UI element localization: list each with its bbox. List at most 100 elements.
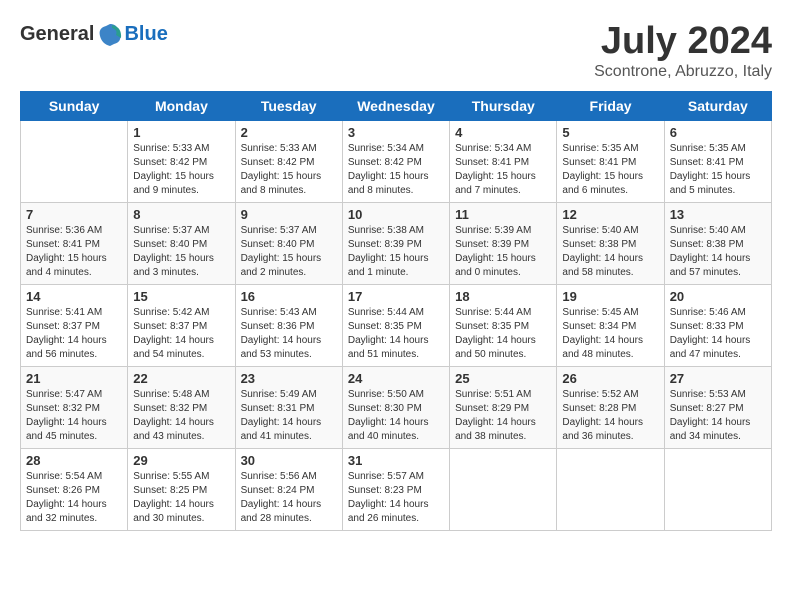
day-info: Sunrise: 5:38 AM Sunset: 8:39 PM Dayligh… bbox=[348, 224, 444, 280]
calendar-cell: 14Sunrise: 5:41 AM Sunset: 8:37 PM Dayli… bbox=[21, 285, 128, 367]
day-of-week-header: Monday bbox=[128, 92, 235, 121]
calendar-cell: 1Sunrise: 5:33 AM Sunset: 8:42 PM Daylig… bbox=[128, 121, 235, 203]
day-number: 13 bbox=[670, 207, 766, 222]
calendar-cell: 11 Sunrise: 5:39 AM Sunset: 8:39 PM Dayli… bbox=[450, 203, 557, 285]
day-number: 18 bbox=[455, 289, 551, 304]
day-info: Sunrise: 5:51 AM Sunset: 8:29 PM Dayligh… bbox=[455, 388, 551, 444]
day-info: Sunrise: 5:33 AM Sunset: 8:42 PM Dayligh… bbox=[133, 142, 229, 198]
calendar-cell: 28 Sunrise: 5:54 AM Sunset: 8:26 PM Dayli… bbox=[21, 449, 128, 531]
day-of-week-header: Saturday bbox=[664, 92, 771, 121]
day-info: Sunrise: 5:56 AM Sunset: 8:24 PM Dayligh… bbox=[241, 470, 337, 526]
calendar-cell: 16Sunrise: 5:43 AM Sunset: 8:36 PM Dayli… bbox=[235, 285, 342, 367]
day-number: 25 bbox=[455, 371, 551, 386]
logo: General Blue bbox=[20, 20, 168, 48]
day-info: Sunrise: 5:37 AM Sunset: 8:40 PM Dayligh… bbox=[241, 224, 337, 280]
day-info: Sunrise: 5:46 AM Sunset: 8:33 PM Dayligh… bbox=[670, 306, 766, 362]
day-number: 28 bbox=[26, 453, 122, 468]
day-number: 7 bbox=[26, 207, 122, 222]
calendar-cell: 31Sunrise: 5:57 AM Sunset: 8:23 PM Dayli… bbox=[342, 449, 449, 531]
day-info: Sunrise: 5:33 AM Sunset: 8:42 PM Dayligh… bbox=[241, 142, 337, 198]
day-info: Sunrise: 5:55 AM Sunset: 8:25 PM Dayligh… bbox=[133, 470, 229, 526]
day-info: Sunrise: 5:35 AM Sunset: 8:41 PM Dayligh… bbox=[670, 142, 766, 198]
calendar-cell: 27 Sunrise: 5:53 AM Sunset: 8:27 PM Dayli… bbox=[664, 367, 771, 449]
calendar-header-row: SundayMondayTuesdayWednesdayThursdayFrid… bbox=[21, 92, 772, 121]
day-of-week-header: Tuesday bbox=[235, 92, 342, 121]
calendar-cell: 13 Sunrise: 5:40 AM Sunset: 8:38 PM Dayli… bbox=[664, 203, 771, 285]
calendar-cell: 17 Sunrise: 5:44 AM Sunset: 8:35 PM Dayli… bbox=[342, 285, 449, 367]
day-of-week-header: Sunday bbox=[21, 92, 128, 121]
day-number: 3 bbox=[348, 125, 444, 140]
day-number: 23 bbox=[241, 371, 337, 386]
day-info: Sunrise: 5:43 AM Sunset: 8:36 PM Dayligh… bbox=[241, 306, 337, 362]
day-number: 8 bbox=[133, 207, 229, 222]
day-number: 19 bbox=[562, 289, 658, 304]
day-info: Sunrise: 5:44 AM Sunset: 8:35 PM Dayligh… bbox=[348, 306, 444, 362]
calendar-week-row: 28 Sunrise: 5:54 AM Sunset: 8:26 PM Dayli… bbox=[21, 449, 772, 531]
day-info: Sunrise: 5:34 AM Sunset: 8:41 PM Dayligh… bbox=[455, 142, 551, 198]
day-info: Sunrise: 5:44 AM Sunset: 8:35 PM Dayligh… bbox=[455, 306, 551, 362]
calendar-cell: 2 Sunrise: 5:33 AM Sunset: 8:42 PM Daylig… bbox=[235, 121, 342, 203]
logo-blue-text: Blue bbox=[124, 23, 167, 46]
day-info: Sunrise: 5:54 AM Sunset: 8:26 PM Dayligh… bbox=[26, 470, 122, 526]
calendar-week-row: 21 Sunrise: 5:47 AM Sunset: 8:32 PM Dayli… bbox=[21, 367, 772, 449]
calendar-cell: 12Sunrise: 5:40 AM Sunset: 8:38 PM Dayli… bbox=[557, 203, 664, 285]
day-number: 10 bbox=[348, 207, 444, 222]
day-of-week-header: Friday bbox=[557, 92, 664, 121]
day-number: 30 bbox=[241, 453, 337, 468]
calendar-cell bbox=[664, 449, 771, 531]
day-info: Sunrise: 5:42 AM Sunset: 8:37 PM Dayligh… bbox=[133, 306, 229, 362]
calendar-table: SundayMondayTuesdayWednesdayThursdayFrid… bbox=[20, 91, 772, 531]
calendar-cell: 22Sunrise: 5:48 AM Sunset: 8:32 PM Dayli… bbox=[128, 367, 235, 449]
day-info: Sunrise: 5:48 AM Sunset: 8:32 PM Dayligh… bbox=[133, 388, 229, 444]
day-info: Sunrise: 5:40 AM Sunset: 8:38 PM Dayligh… bbox=[562, 224, 658, 280]
calendar-cell: 10 Sunrise: 5:38 AM Sunset: 8:39 PM Dayli… bbox=[342, 203, 449, 285]
calendar-cell: 25 Sunrise: 5:51 AM Sunset: 8:29 PM Dayli… bbox=[450, 367, 557, 449]
day-info: Sunrise: 5:49 AM Sunset: 8:31 PM Dayligh… bbox=[241, 388, 337, 444]
day-info: Sunrise: 5:50 AM Sunset: 8:30 PM Dayligh… bbox=[348, 388, 444, 444]
title-area: July 2024 Scontrone, Abruzzo, Italy bbox=[594, 20, 772, 81]
calendar-cell: 23 Sunrise: 5:49 AM Sunset: 8:31 PM Dayli… bbox=[235, 367, 342, 449]
calendar-week-row: 7 Sunrise: 5:36 AM Sunset: 8:41 PM Daylig… bbox=[21, 203, 772, 285]
day-of-week-header: Wednesday bbox=[342, 92, 449, 121]
calendar-cell: 6 Sunrise: 5:35 AM Sunset: 8:41 PM Daylig… bbox=[664, 121, 771, 203]
day-number: 4 bbox=[455, 125, 551, 140]
calendar-cell: 20 Sunrise: 5:46 AM Sunset: 8:33 PM Dayli… bbox=[664, 285, 771, 367]
day-info: Sunrise: 5:39 AM Sunset: 8:39 PM Dayligh… bbox=[455, 224, 551, 280]
day-number: 26 bbox=[562, 371, 658, 386]
day-info: Sunrise: 5:45 AM Sunset: 8:34 PM Dayligh… bbox=[562, 306, 658, 362]
calendar-cell: 7 Sunrise: 5:36 AM Sunset: 8:41 PM Daylig… bbox=[21, 203, 128, 285]
day-info: Sunrise: 5:34 AM Sunset: 8:42 PM Dayligh… bbox=[348, 142, 444, 198]
calendar-cell: 26Sunrise: 5:52 AM Sunset: 8:28 PM Dayli… bbox=[557, 367, 664, 449]
day-info: Sunrise: 5:40 AM Sunset: 8:38 PM Dayligh… bbox=[670, 224, 766, 280]
day-number: 14 bbox=[26, 289, 122, 304]
calendar-cell: 21 Sunrise: 5:47 AM Sunset: 8:32 PM Dayli… bbox=[21, 367, 128, 449]
day-number: 24 bbox=[348, 371, 444, 386]
calendar-week-row: 1Sunrise: 5:33 AM Sunset: 8:42 PM Daylig… bbox=[21, 121, 772, 203]
calendar-cell: 3 Sunrise: 5:34 AM Sunset: 8:42 PM Daylig… bbox=[342, 121, 449, 203]
calendar-cell bbox=[557, 449, 664, 531]
calendar-cell: 8 Sunrise: 5:37 AM Sunset: 8:40 PM Daylig… bbox=[128, 203, 235, 285]
calendar-cell: 15 Sunrise: 5:42 AM Sunset: 8:37 PM Dayli… bbox=[128, 285, 235, 367]
calendar-cell: 19 Sunrise: 5:45 AM Sunset: 8:34 PM Dayli… bbox=[557, 285, 664, 367]
day-number: 6 bbox=[670, 125, 766, 140]
calendar-cell: 9Sunrise: 5:37 AM Sunset: 8:40 PM Daylig… bbox=[235, 203, 342, 285]
day-info: Sunrise: 5:36 AM Sunset: 8:41 PM Dayligh… bbox=[26, 224, 122, 280]
calendar-cell: 18 Sunrise: 5:44 AM Sunset: 8:35 PM Dayli… bbox=[450, 285, 557, 367]
day-number: 20 bbox=[670, 289, 766, 304]
day-number: 15 bbox=[133, 289, 229, 304]
day-number: 11 bbox=[455, 207, 551, 222]
day-info: Sunrise: 5:53 AM Sunset: 8:27 PM Dayligh… bbox=[670, 388, 766, 444]
calendar-cell: 29Sunrise: 5:55 AM Sunset: 8:25 PM Dayli… bbox=[128, 449, 235, 531]
day-info: Sunrise: 5:47 AM Sunset: 8:32 PM Dayligh… bbox=[26, 388, 122, 444]
calendar-week-row: 14Sunrise: 5:41 AM Sunset: 8:37 PM Dayli… bbox=[21, 285, 772, 367]
calendar-cell: 24 Sunrise: 5:50 AM Sunset: 8:30 PM Dayli… bbox=[342, 367, 449, 449]
day-info: Sunrise: 5:37 AM Sunset: 8:40 PM Dayligh… bbox=[133, 224, 229, 280]
month-title: July 2024 bbox=[594, 20, 772, 63]
calendar-cell: 30 Sunrise: 5:56 AM Sunset: 8:24 PM Dayli… bbox=[235, 449, 342, 531]
day-number: 21 bbox=[26, 371, 122, 386]
day-number: 27 bbox=[670, 371, 766, 386]
day-number: 17 bbox=[348, 289, 444, 304]
calendar-cell bbox=[21, 121, 128, 203]
logo-general-text: General bbox=[20, 23, 94, 46]
day-number: 2 bbox=[241, 125, 337, 140]
